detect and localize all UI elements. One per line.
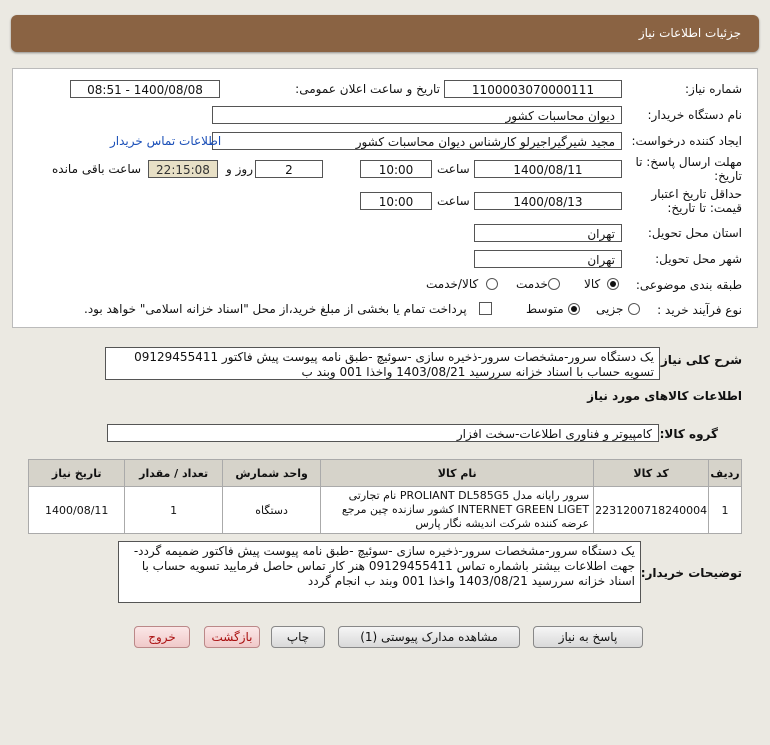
need-number-field: 1100003070000111 [444,80,622,98]
deadline-time-field: 10:00 [360,160,432,178]
creator-label: ایجاد کننده درخواست: [631,134,742,148]
buyer-org-label: نام دستگاه خریدار: [647,108,743,122]
buyer-notes-line-2: جهت اطلاعات بیشتر باشماره تماس 091294554… [141,559,635,573]
process-medium-radio[interactable] [568,303,580,315]
category-goods-label: کالا [584,277,601,291]
creator-field: مجید شیرگیراجیرلو کارشناس دیوان محاسبات … [212,132,622,150]
row-unit: دستگاه [221,486,322,534]
print-button[interactable]: چاپ [271,626,325,648]
row-name: سرور رایانه مدل PROLIANT DL585G5 نام تجا… [320,486,595,534]
buyer-notes-line-3: اسناد خزانه سررسید 1403/08/21 واخذا 001 … [307,574,635,588]
col-code: کد کالا [593,459,710,487]
row-index: 1 [708,486,742,534]
buyer-notes-line-1: یک دستگاه سرور-مشخصات سرور-ذخیره سازی -س… [133,544,635,558]
remaining-time-field: 22:15:08 [148,160,218,178]
need-number-label: شماره نیاز: [685,82,742,96]
city-label: شهر محل تحویل: [655,252,742,266]
table-row: 1 2231200718240004 سرور رایانه مدل PROLI… [27,486,742,534]
validity-time-field: 10:00 [360,192,432,210]
deadline-date-field: 1400/08/11 [474,160,622,178]
process-minor-label: جزیی [596,302,624,316]
validity-label: حداقل تاریخ اعتبار [651,187,742,201]
goods-group-label: گروه کالا: [659,427,718,441]
deadline-label-2: تاریخ: [714,169,742,183]
category-service-label: خدمت [516,277,548,291]
validity-date-field: 1400/08/13 [474,192,622,210]
row-date: 1400/08/11 [27,486,126,534]
process-medium-label: متوسط [526,302,564,316]
buyer-notes-field: یک دستگاه سرور-مشخصات سرور-ذخیره سازی -س… [118,541,641,603]
contact-info-link[interactable]: اطلاعات تماس خریدار [110,134,221,148]
row-code: 2231200718240004 [593,486,710,534]
col-date: تاریخ نیاز [27,459,126,487]
announce-field: 1400/08/08 - 08:51 [70,80,220,98]
back-button[interactable]: بازگشت [204,626,260,648]
deadline-time-label: ساعت [437,162,470,176]
validity-time-label: ساعت [437,194,470,208]
announce-label: تاریخ و ساعت اعلان عمومی: [295,82,440,96]
province-field: تهران [474,224,622,242]
treasury-payment-text: پرداخت تمام یا بخشی از مبلغ خرید،از محل … [84,302,467,316]
summary-label: شرح کلی نیاز: [656,353,742,367]
col-row: ردیف [708,459,742,487]
category-label: طبقه بندی موضوعی: [635,278,742,292]
category-both-radio[interactable] [486,278,498,290]
attachments-button[interactable]: مشاهده مدارک پیوستی (1) [338,626,520,648]
page-header: جزئیات اطلاعات نیاز [11,15,759,52]
row-qty: 1 [124,486,223,534]
days-count-field: 2 [255,160,323,178]
col-qty: تعداد / مقدار [124,459,223,487]
buyer-org-field: دیوان محاسبات کشور [212,106,622,124]
treasury-payment-checkbox[interactable] [479,302,492,315]
deadline-label: مهلت ارسال پاسخ: تا [635,155,742,169]
reply-button[interactable]: پاسخ به نیاز [533,626,643,648]
category-goods-radio[interactable] [607,278,619,290]
city-field: تهران [474,250,622,268]
col-name: نام کالا [320,459,595,487]
validity-label-2: قیمت: تا تاریخ: [667,201,742,215]
col-unit: واحد شمارش [221,459,322,487]
province-label: استان محل تحویل: [647,226,742,240]
category-both-label: کالا/خدمت [426,277,479,291]
goods-group-field: کامپیوتر و فناوری اطلاعات-سخت افزار [107,424,659,442]
remaining-label: ساعت باقی مانده [52,162,142,176]
category-service-radio[interactable] [548,278,560,290]
process-label: نوع فرآیند خرید : [657,303,742,317]
buyer-notes-label: توضیحات خریدار: [640,566,742,580]
process-minor-radio[interactable] [628,303,640,315]
exit-button[interactable]: خروج [134,626,190,648]
goods-info-title: اطلاعات کالاهای مورد نیاز [587,389,742,403]
page-title: جزئیات اطلاعات نیاز [638,26,741,40]
summary-line-2: تسویه حساب با اسناد خزانه سررسید 1403/08… [301,365,654,379]
days-label: روز و [226,162,253,176]
summary-field: یک دستگاه سرور-مشخصات سرور-ذخیره سازی -س… [105,347,660,380]
summary-line-1: یک دستگاه سرور-مشخصات سرور-ذخیره سازی -س… [134,350,654,364]
goods-table: ردیف کد کالا نام کالا واحد شمارش تعداد /… [27,459,742,534]
